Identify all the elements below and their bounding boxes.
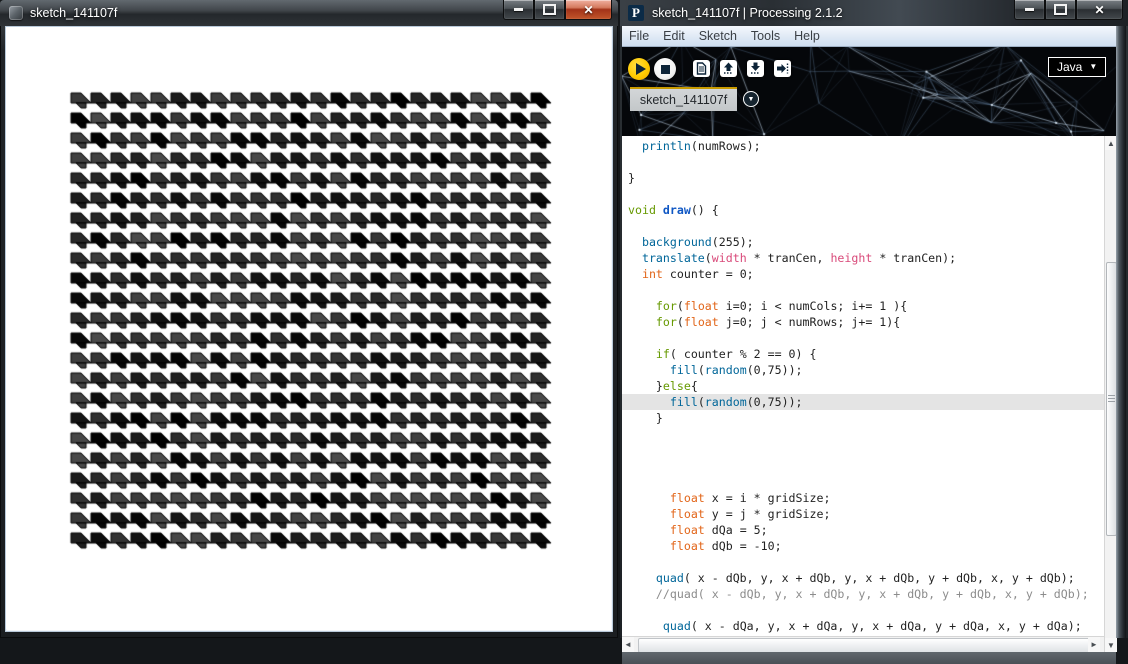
tab-menu-button[interactable]: ▼ bbox=[743, 91, 759, 107]
code-line: if( counter % 2 == 0) { bbox=[622, 346, 1104, 362]
save-button[interactable] bbox=[747, 60, 764, 77]
ide-body: FileEditSketchToolsHelp bbox=[622, 26, 1116, 638]
open-button[interactable] bbox=[720, 60, 737, 77]
sketch-canvas-area bbox=[5, 26, 613, 632]
code-line bbox=[622, 282, 1104, 298]
ide-header: Java ▼ sketch_141107f ▼ bbox=[622, 47, 1116, 136]
code-line: quad( x - dQa, y, x + dQa, y, x + dQa, y… bbox=[622, 618, 1104, 634]
code-line bbox=[622, 442, 1104, 458]
new-sketch-button[interactable] bbox=[693, 60, 710, 77]
play-icon bbox=[636, 63, 646, 75]
menu-item-tools[interactable]: Tools bbox=[744, 26, 787, 46]
code-line bbox=[622, 474, 1104, 490]
generated-pattern bbox=[6, 27, 610, 629]
new-document-icon bbox=[695, 62, 708, 75]
close-button[interactable]: ✕ bbox=[565, 0, 612, 20]
code-line: background(255); bbox=[622, 234, 1104, 250]
code-line: //quad( x - dQb, y, x + dQb, y, x + dQb,… bbox=[622, 586, 1104, 602]
mode-selector[interactable]: Java ▼ bbox=[1048, 57, 1106, 77]
code-line: } bbox=[622, 410, 1104, 426]
code-line: float y = j * gridSize; bbox=[622, 506, 1104, 522]
code-line: translate(width * tranCen, height * tran… bbox=[622, 250, 1104, 266]
code-line: println(numRows); bbox=[622, 138, 1104, 154]
chevron-down-icon: ▼ bbox=[748, 96, 755, 103]
horizontal-scroll-thumb[interactable] bbox=[638, 638, 1090, 653]
tab-label: sketch_141107f bbox=[640, 93, 727, 107]
processing-logo-icon: P bbox=[628, 5, 644, 21]
code-line: float dQa = 5; bbox=[622, 522, 1104, 538]
minimize-button[interactable] bbox=[503, 0, 534, 20]
code-line: for(float j=0; j < numRows; j+= 1){ bbox=[622, 314, 1104, 330]
left-window-titlebar[interactable]: sketch_141107f ✕ bbox=[0, 0, 618, 26]
sketch-output-window: sketch_141107f ✕ bbox=[0, 0, 618, 638]
menu-item-file[interactable]: File bbox=[622, 26, 656, 46]
ide-window-controls: ✕ bbox=[1014, 0, 1123, 19]
export-button[interactable] bbox=[774, 60, 791, 77]
code-line bbox=[622, 218, 1104, 234]
menu-bar: FileEditSketchToolsHelp bbox=[622, 26, 1116, 47]
minimize-icon bbox=[514, 8, 523, 11]
code-editor[interactable]: println(numRows);} void draw() { backgrou… bbox=[622, 136, 1104, 636]
export-right-arrow-icon bbox=[776, 62, 789, 75]
code-line bbox=[622, 602, 1104, 618]
save-down-arrow-icon bbox=[749, 62, 762, 75]
run-button[interactable] bbox=[628, 58, 650, 80]
close-button[interactable]: ✕ bbox=[1076, 0, 1123, 20]
code-line: float dQb = -10; bbox=[622, 538, 1104, 554]
menu-item-edit[interactable]: Edit bbox=[656, 26, 692, 46]
code-line: int counter = 0; bbox=[622, 266, 1104, 282]
thumb-grip bbox=[1108, 395, 1115, 403]
scroll-left-arrow[interactable]: ◄ bbox=[622, 637, 634, 652]
stop-button[interactable] bbox=[654, 58, 676, 80]
maximize-button[interactable] bbox=[1045, 0, 1076, 20]
code-line bbox=[622, 330, 1104, 346]
left-window-title: sketch_141107f bbox=[30, 0, 117, 26]
chevron-down-icon: ▼ bbox=[1089, 63, 1097, 71]
mode-label: Java bbox=[1057, 58, 1082, 76]
close-icon: ✕ bbox=[583, 4, 593, 16]
window-right-frame bbox=[1116, 26, 1126, 638]
code-line: void draw() { bbox=[622, 202, 1104, 218]
sketch-window-icon bbox=[9, 6, 23, 20]
maximize-icon bbox=[1054, 4, 1067, 15]
menu-item-help[interactable]: Help bbox=[787, 26, 827, 46]
open-up-arrow-icon bbox=[722, 62, 735, 75]
maximize-icon bbox=[543, 4, 556, 15]
scroll-down-arrow[interactable]: ▼ bbox=[1105, 638, 1117, 652]
scroll-right-arrow[interactable]: ► bbox=[1088, 637, 1100, 652]
code-text: println(numRows);} void draw() { backgrou… bbox=[622, 138, 1104, 634]
status-strip bbox=[622, 652, 1116, 664]
code-line bbox=[622, 458, 1104, 474]
code-line: } bbox=[622, 170, 1104, 186]
processing-ide-window: P sketch_141107f | Processing 2.1.2 ✕ Fi… bbox=[620, 0, 1128, 638]
code-line: for(float i=0; i < numCols; i+= 1 ){ bbox=[622, 298, 1104, 314]
stop-icon bbox=[661, 65, 670, 74]
menu-item-sketch[interactable]: Sketch bbox=[692, 26, 744, 46]
code-line: fill(random(0,75)); bbox=[622, 362, 1104, 378]
editor-horizontal-scrollbar[interactable]: ◄ ► bbox=[622, 636, 1104, 652]
code-line bbox=[622, 154, 1104, 170]
tab-sketch[interactable]: sketch_141107f bbox=[630, 87, 737, 111]
maximize-button[interactable] bbox=[534, 0, 565, 20]
minimize-button[interactable] bbox=[1014, 0, 1045, 20]
code-line: float x = i * gridSize; bbox=[622, 490, 1104, 506]
minimize-icon bbox=[1025, 8, 1034, 11]
close-icon: ✕ bbox=[1094, 4, 1104, 16]
left-window-controls: ✕ bbox=[503, 0, 612, 19]
ide-window-title: sketch_141107f | Processing 2.1.2 bbox=[652, 0, 843, 26]
code-line: fill(random(0,75)); bbox=[622, 394, 1104, 410]
editor-vertical-scrollbar[interactable]: ▲ ▼ bbox=[1104, 136, 1116, 652]
code-line bbox=[622, 186, 1104, 202]
code-line: quad( x - dQb, y, x + dQb, y, x + dQb, y… bbox=[622, 570, 1104, 586]
code-line bbox=[622, 554, 1104, 570]
ide-titlebar[interactable]: P sketch_141107f | Processing 2.1.2 ✕ bbox=[620, 0, 1128, 26]
code-line bbox=[622, 426, 1104, 442]
code-line: }else{ bbox=[622, 378, 1104, 394]
